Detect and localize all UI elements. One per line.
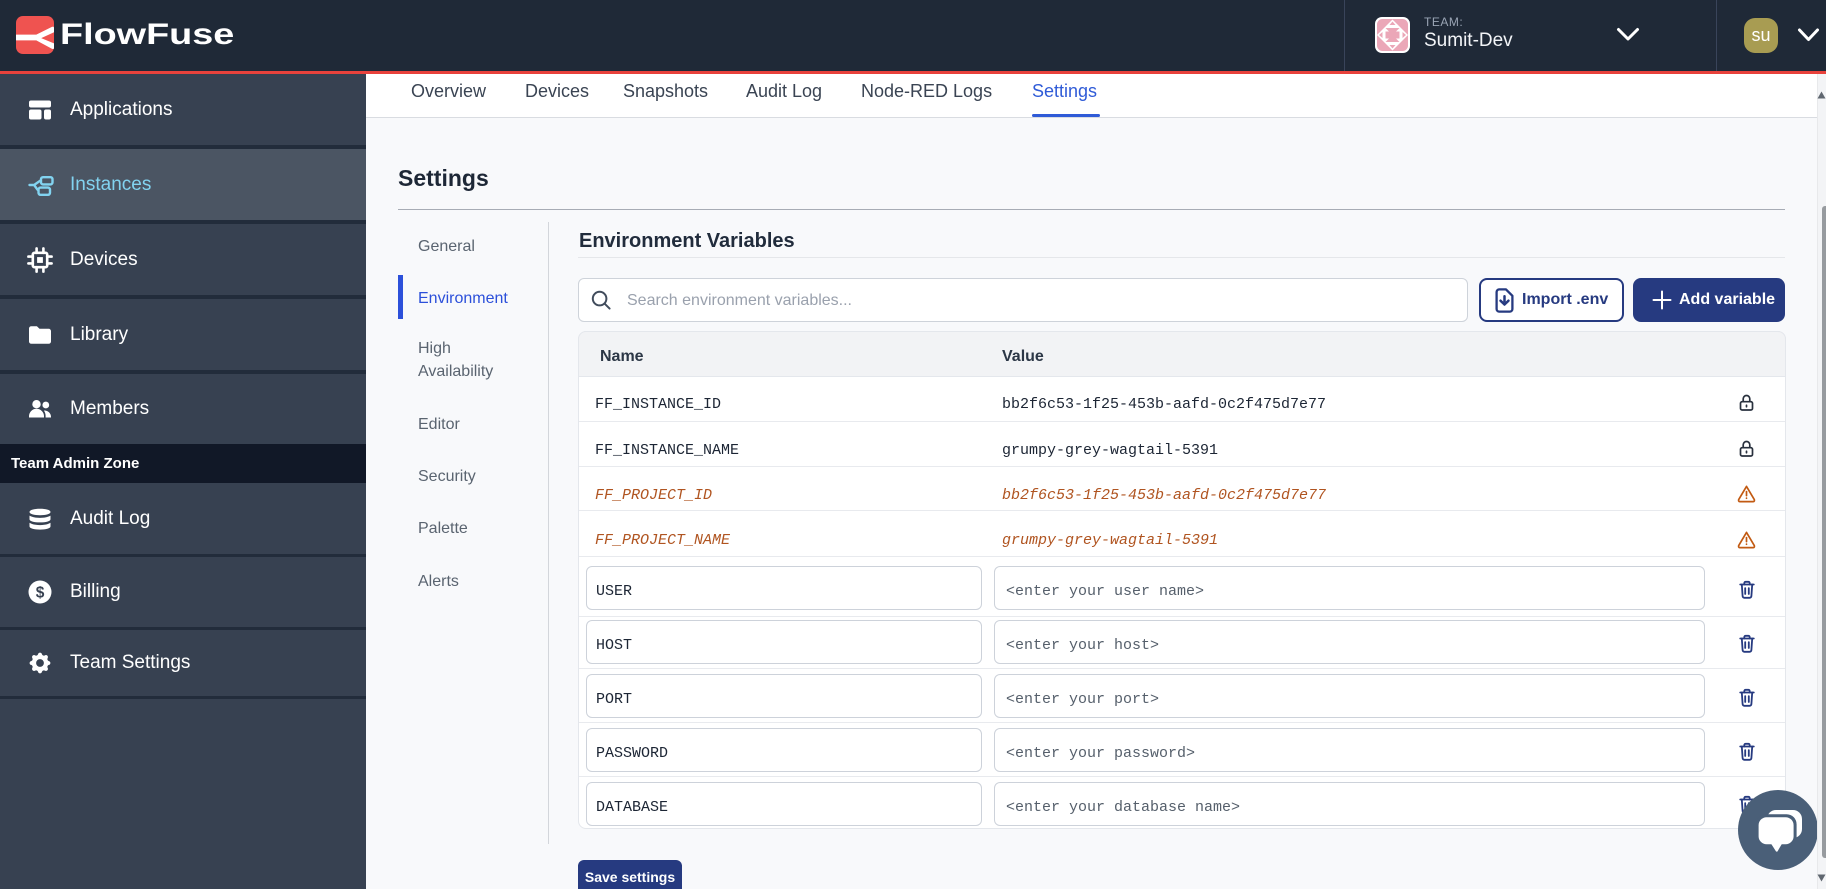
svg-text:$: $: [36, 584, 45, 601]
